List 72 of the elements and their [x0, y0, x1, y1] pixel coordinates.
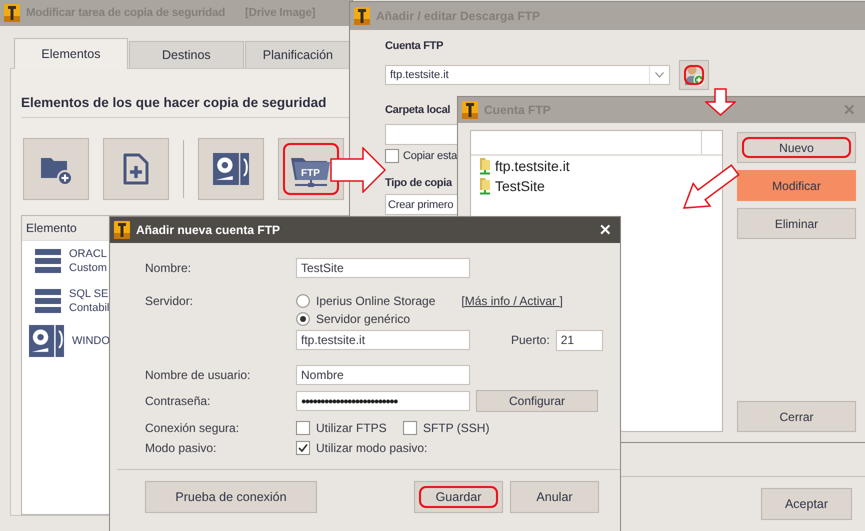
database-icon	[35, 249, 61, 273]
file-add-icon	[121, 152, 151, 186]
app-logo-icon	[354, 7, 370, 25]
callout-arrow	[705, 88, 736, 116]
username-field[interactable]: Nombre	[296, 365, 470, 385]
checkbox-label: SFTP (SSH)	[423, 421, 490, 435]
disk-icon	[29, 325, 64, 357]
dialog-button[interactable]: Anular	[510, 481, 599, 513]
close-button[interactable]: ✕	[599, 221, 612, 239]
tool-button[interactable]	[198, 138, 264, 200]
checkbox-label: Copiar esta	[403, 150, 458, 162]
item-label: Contabil	[69, 301, 110, 315]
disk-icon	[213, 153, 249, 185]
ftp-site-icon	[479, 177, 491, 195]
name-field[interactable]: TestSite	[296, 258, 470, 278]
radio-button[interactable]	[296, 312, 310, 326]
field-label: Servidor:	[145, 294, 194, 310]
checkbox-label: Utilizar FTPS	[316, 421, 387, 435]
password-field[interactable]: ●●●●●●●●●●●●●●●●●●●●●●●●●	[296, 391, 470, 411]
folder-field[interactable]	[385, 124, 458, 145]
accept-button[interactable]: Aceptar	[761, 488, 852, 520]
tab[interactable]: Elementos	[14, 38, 128, 69]
dialog-button[interactable]: Guardar	[414, 481, 503, 513]
radio-label: Iperius Online Storage	[316, 294, 436, 308]
item-label: WINDO	[72, 334, 110, 348]
field-label: Modo pasivo:	[145, 441, 218, 455]
field-label: Puerto:	[511, 333, 550, 347]
checkbox[interactable]	[385, 149, 399, 163]
tab[interactable]: Planificación	[244, 41, 351, 68]
dialog-button[interactable]: Modificar	[737, 170, 856, 201]
ftp-site-icon	[479, 157, 491, 175]
copy-type-dropdown[interactable]: Crear primero	[385, 194, 458, 215]
callout-arrow	[330, 147, 386, 193]
field-label: Carpeta local	[385, 104, 450, 116]
add-account-button[interactable]	[679, 60, 709, 90]
window-title: Añadir nueva cuenta FTP	[136, 223, 280, 237]
item-label: Custom	[69, 261, 107, 275]
app-logo-icon	[462, 101, 478, 119]
item-label: SQL SE	[69, 287, 108, 301]
tool-button[interactable]: FTP	[278, 138, 344, 200]
field-label: Nombre:	[145, 261, 192, 275]
field-label: Contraseña:	[145, 394, 212, 408]
checkbox[interactable]	[403, 421, 417, 435]
add-user-icon	[684, 64, 704, 86]
server-field[interactable]: ftp.testsite.it	[296, 330, 470, 350]
radio-button[interactable]	[296, 294, 310, 308]
account-dropdown[interactable]: ftp.testsite.it	[385, 65, 670, 85]
app-logo-icon	[114, 221, 130, 239]
field-label: Conexión segura:	[145, 421, 240, 435]
chevron-down-icon	[655, 72, 664, 78]
info-link[interactable]: [Más info / Activar ]	[461, 294, 563, 308]
checkbox-label: Utilizar modo pasivo:	[316, 441, 428, 455]
account-item[interactable]: ftp.testsite.it	[479, 156, 570, 176]
dialog-button[interactable]: Nuevo	[737, 132, 856, 163]
tool-button[interactable]	[103, 138, 169, 200]
field-label: Cuenta FTP	[385, 40, 444, 52]
field-label: Nombre de usuario:	[145, 368, 252, 382]
tab[interactable]: Destinos	[128, 41, 244, 68]
checkbox[interactable]	[296, 441, 310, 455]
tool-button[interactable]	[23, 138, 89, 200]
app-logo-icon	[4, 4, 20, 22]
port-field[interactable]: 21	[556, 330, 603, 350]
item-label: ORACL	[69, 247, 107, 261]
dialog-button[interactable]: Eliminar	[737, 208, 856, 239]
account-item[interactable]: TestSite	[479, 176, 545, 196]
database-icon	[35, 289, 61, 313]
dialog-button[interactable]: Prueba de conexión	[145, 481, 317, 513]
radio-label: Servidor genérico	[316, 312, 410, 326]
field-label: Tipo de copia	[385, 177, 452, 189]
configure-button[interactable]: Configurar	[476, 390, 598, 412]
dialog-button[interactable]: Cerrar	[737, 401, 856, 432]
checkbox[interactable]	[296, 421, 310, 435]
